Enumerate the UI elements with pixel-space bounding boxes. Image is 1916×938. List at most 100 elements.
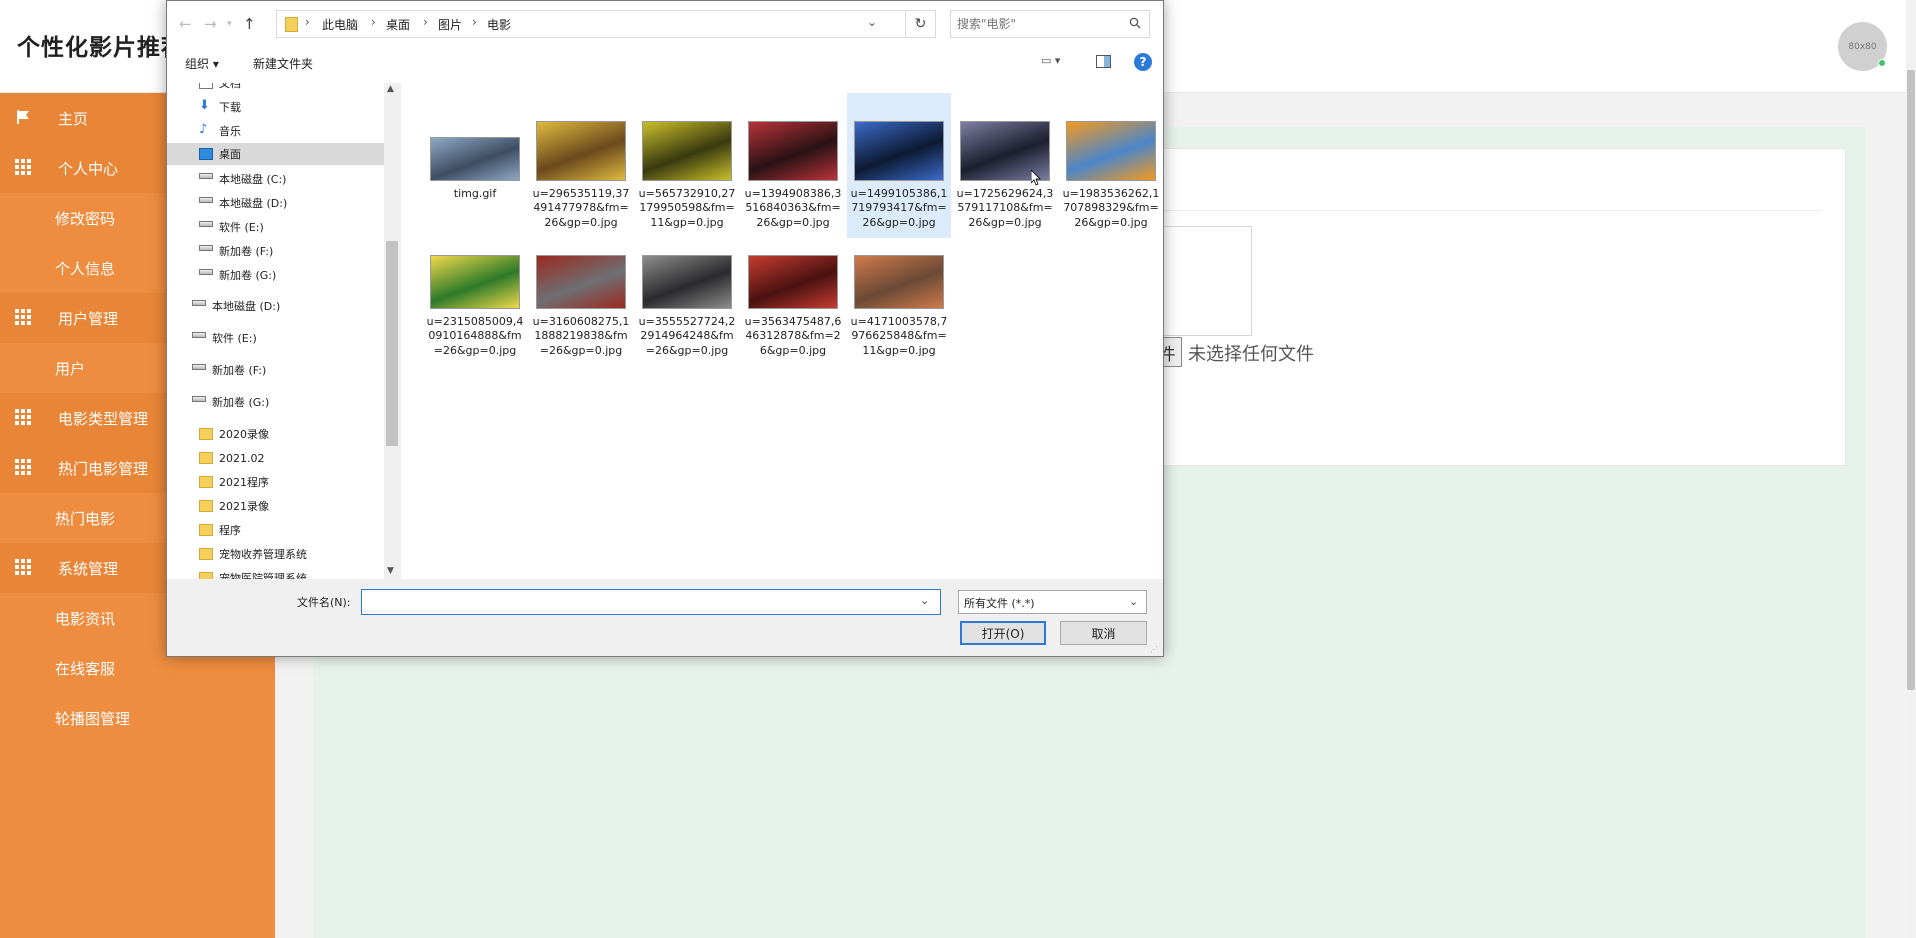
drive-icon: [199, 197, 213, 203]
tree-item[interactable]: 本地磁盘 (C:): [167, 168, 384, 190]
refresh-icon[interactable]: ↻: [906, 10, 936, 38]
tree-item[interactable]: 宠物收养管理系统: [167, 543, 384, 565]
search-box[interactable]: [950, 10, 1150, 38]
forward-arrow-icon[interactable]: →: [204, 15, 217, 33]
filename-input[interactable]: [366, 593, 906, 611]
chevron-right-icon: ›: [423, 15, 428, 29]
tree-item[interactable]: 文档: [167, 83, 384, 94]
tree-item[interactable]: 新加卷 (F:): [167, 240, 384, 262]
online-status-dot: [1878, 59, 1886, 67]
recent-locations-icon[interactable]: ▾: [227, 19, 232, 29]
tree-scrollbar-thumb[interactable]: [386, 241, 398, 446]
tree-item[interactable]: 宠物医院管理系统: [167, 567, 384, 579]
tree-item[interactable]: 软件 (E:): [167, 216, 384, 238]
scroll-up-icon[interactable]: ▲: [387, 84, 394, 94]
file-item[interactable]: u=4171003578,7976625848&fm=11&gp=0.jpg: [847, 243, 951, 388]
file-item[interactable]: timg.gif: [423, 93, 527, 238]
file-open-dialog: ← → ▾ ↑ › 此电脑 › 桌面 › 图片 › 电影 ⌄ ↻ 组织 ▾ 新建…: [166, 0, 1164, 657]
file-name: u=296535119,37491477978&fm=26&gp=0.jpg: [532, 187, 630, 229]
breadcrumb-item[interactable]: 电影: [487, 16, 511, 33]
folder-icon: [199, 476, 213, 488]
chevron-down-icon[interactable]: ⌄: [1129, 595, 1138, 608]
file-name: u=3160608275,11888219838&fm=26&gp=0.jpg: [532, 315, 630, 357]
sidebar-item-label: 轮播图管理: [55, 709, 131, 728]
view-options-icon[interactable]: ▭ ▾: [1041, 54, 1069, 72]
sidebar-item-label: 主页: [58, 109, 89, 128]
tree-item[interactable]: 新加卷 (G:): [167, 264, 384, 286]
sidebar-item-label: 热门电影: [55, 509, 116, 528]
tree-item-label: 2021录像: [219, 500, 269, 513]
no-file-selected-text: 未选择任何文件: [1188, 344, 1314, 365]
tree-item[interactable]: 2020录像: [167, 423, 384, 445]
tree-item-label: 程序: [219, 524, 241, 537]
new-folder-button[interactable]: 新建文件夹: [253, 55, 313, 72]
file-item[interactable]: u=296535119,37491477978&fm=26&gp=0.jpg: [529, 93, 633, 238]
folder-icon: [199, 428, 213, 440]
preview-pane-icon[interactable]: [1096, 55, 1111, 68]
tree-item-label: 新加卷 (G:): [219, 269, 277, 282]
up-arrow-icon[interactable]: ↑: [243, 15, 256, 33]
back-arrow-icon[interactable]: ←: [179, 15, 192, 33]
search-icon[interactable]: [1129, 17, 1141, 29]
breadcrumb-item[interactable]: 此电脑: [322, 16, 358, 33]
file-list: timg.gif u=296535119,37491477978&fm=26&gp…: [401, 83, 1163, 579]
page-scrollbar-thumb[interactable]: [1907, 70, 1915, 690]
organize-button[interactable]: 组织 ▾: [185, 55, 219, 72]
filetype-select[interactable]: 所有文件 (*.*) ⌄: [958, 590, 1147, 614]
file-item[interactable]: u=3555527724,22914964248&fm=26&gp=0.jpg: [635, 243, 739, 388]
file-item[interactable]: u=1983536262,1707898329&fm=26&gp=0.jpg: [1059, 93, 1163, 238]
tree-item[interactable]: 新加卷 (F:): [167, 359, 384, 381]
tree-item[interactable]: 2021录像: [167, 495, 384, 517]
tree-item[interactable]: 程序: [167, 519, 384, 541]
tree-item[interactable]: 2021.02: [167, 447, 384, 469]
file-name: u=3555527724,22914964248&fm=26&gp=0.jpg: [638, 315, 736, 357]
sidebar-item[interactable]: 轮播图管理: [0, 693, 275, 743]
file-item[interactable]: u=1725629624,3579117108&fm=26&gp=0.jpg: [953, 93, 1057, 238]
cancel-button[interactable]: 取消: [1060, 621, 1147, 645]
breadcrumb-item[interactable]: 桌面: [386, 16, 410, 33]
file-name: u=2315085009,40910164888&fm=26&gp=0.jpg: [426, 315, 524, 357]
folder-icon: [199, 500, 213, 512]
file-item[interactable]: u=3563475487,646312878&fm=26&gp=0.jpg: [741, 243, 845, 388]
app-title: 个性化影片推荐: [17, 35, 185, 61]
file-item[interactable]: u=2315085009,40910164888&fm=26&gp=0.jpg: [423, 243, 527, 388]
search-input[interactable]: [957, 15, 1117, 33]
tree-item-label: 桌面: [219, 148, 241, 161]
chevron-down-icon[interactable]: ⌄: [920, 594, 929, 607]
address-row: ← → ▾ ↑ › 此电脑 › 桌面 › 图片 › 电影 ⌄ ↻: [167, 1, 1163, 49]
tree-item-label: 宠物收养管理系统: [219, 548, 307, 561]
breadcrumb-item[interactable]: 图片: [438, 16, 462, 33]
filename-combobox[interactable]: ⌄: [361, 589, 941, 615]
tree-item[interactable]: ⬇ 下载: [167, 96, 384, 118]
file-item[interactable]: u=3160608275,11888219838&fm=26&gp=0.jpg: [529, 243, 633, 388]
image-thumbnail: [430, 137, 520, 181]
chevron-right-icon: ›: [472, 15, 477, 29]
address-bar[interactable]: › 此电脑 › 桌面 › 图片 › 电影 ⌄: [276, 10, 906, 38]
tree-item-label: 新加卷 (F:): [212, 364, 267, 377]
open-button[interactable]: 打开(O): [960, 621, 1046, 645]
sidebar-item-label: 电影资讯: [55, 609, 116, 628]
filetype-value: 所有文件 (*.*): [964, 597, 1035, 610]
image-thumbnail: [642, 121, 732, 181]
tree-item[interactable]: ♪ 音乐: [167, 120, 384, 142]
chevron-down-icon[interactable]: ⌄: [867, 15, 877, 29]
dialog-footer: 文件名(N): ⌄ 所有文件 (*.*) ⌄ 打开(O) 取消: [167, 579, 1163, 656]
resize-grip-icon[interactable]: ⋰: [1150, 645, 1160, 655]
tree-item[interactable]: 本地磁盘 (D:): [167, 295, 384, 317]
scroll-down-icon[interactable]: ▼: [387, 566, 394, 576]
file-name: u=1499105386,1719793417&fm=26&gp=0.jpg: [850, 187, 948, 229]
tree-item[interactable]: 2021程序: [167, 471, 384, 493]
help-icon[interactable]: ?: [1134, 53, 1152, 71]
tree-item-label: 新加卷 (G:): [212, 396, 270, 409]
file-item[interactable]: u=1499105386,1719793417&fm=26&gp=0.jpg: [847, 93, 951, 238]
file-item[interactable]: u=1394908386,3516840363&fm=26&gp=0.jpg: [741, 93, 845, 238]
tree-item[interactable]: 新加卷 (G:): [167, 391, 384, 413]
tree-item[interactable]: 桌面: [167, 143, 384, 165]
sidebar-item-label: 系统管理: [58, 559, 119, 578]
chevron-right-icon: ›: [371, 15, 376, 29]
image-thumbnail: [642, 255, 732, 309]
tree-item[interactable]: 软件 (E:): [167, 327, 384, 349]
file-item[interactable]: u=565732910,27179950598&fm=11&gp=0.jpg: [635, 93, 739, 238]
tree-item[interactable]: 本地磁盘 (D:): [167, 192, 384, 214]
form-divider: [1160, 210, 1822, 211]
